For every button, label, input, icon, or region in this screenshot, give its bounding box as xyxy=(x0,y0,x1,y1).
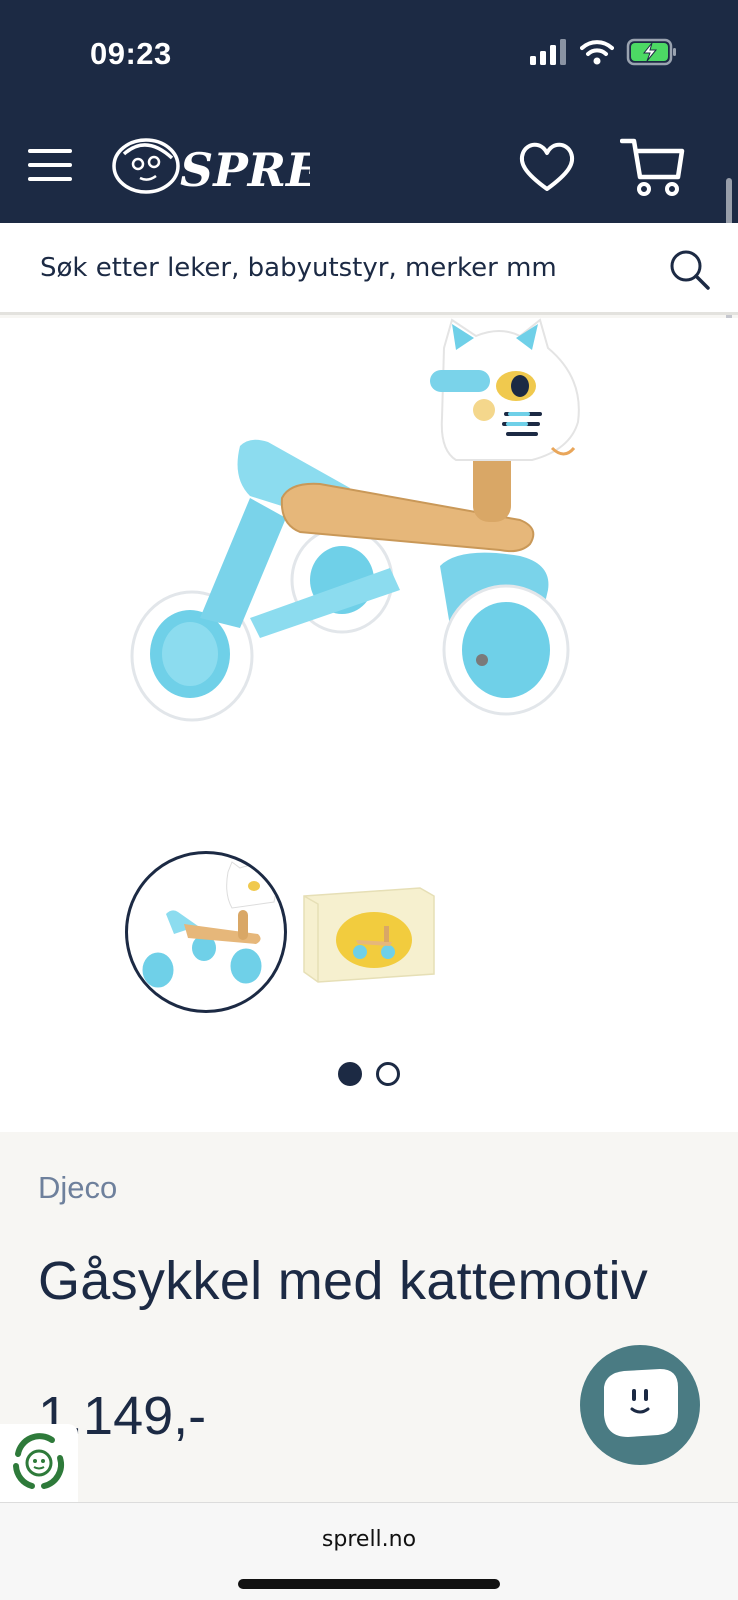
recycle-icon xyxy=(13,1433,64,1489)
search-input[interactable] xyxy=(40,243,640,293)
product-gallery xyxy=(0,318,738,1132)
wifi-icon xyxy=(580,40,614,65)
menu-icon xyxy=(28,149,72,153)
search-bar xyxy=(0,223,738,315)
chat-face-icon xyxy=(604,1369,678,1437)
search-button[interactable] xyxy=(668,248,712,292)
logo-wordmark: SPRELL xyxy=(180,143,310,197)
browser-url[interactable]: sprell.no xyxy=(0,1527,738,1552)
menu-icon-line xyxy=(28,177,72,181)
pagination-dot-1[interactable] xyxy=(338,1062,362,1086)
status-time: 09:23 xyxy=(90,36,172,71)
thumbnail-box-image xyxy=(303,887,435,983)
thumbnail-tricycle-image xyxy=(137,861,276,993)
signal-icon xyxy=(530,39,566,65)
product-thumbnail-1[interactable] xyxy=(125,851,287,1013)
gallery-pagination xyxy=(338,1062,400,1086)
product-brand[interactable]: Djeco xyxy=(38,1170,117,1206)
pagination-dot-2[interactable] xyxy=(376,1062,400,1086)
menu-icon-line xyxy=(28,163,72,167)
tricycle-cat-illustration xyxy=(130,318,580,722)
sprell-logo[interactable]: SPRELL xyxy=(110,128,386,204)
cart-button[interactable] xyxy=(619,135,686,199)
product-thumbnail-2[interactable] xyxy=(300,860,440,1000)
battery-charging-icon xyxy=(626,38,676,66)
browser-address-bar: sprell.no xyxy=(0,1502,738,1600)
menu-button[interactable] xyxy=(28,145,74,185)
status-icons xyxy=(530,38,678,66)
chat-button[interactable] xyxy=(580,1345,700,1465)
product-title: Gåsykkel med kattemotiv xyxy=(38,1251,649,1311)
product-image-main[interactable] xyxy=(100,318,640,778)
search-icon xyxy=(670,250,710,290)
home-indicator[interactable] xyxy=(238,1579,500,1589)
logo-graphic: SPRELL xyxy=(112,138,386,197)
site-header: 09:23 SPRELL xyxy=(0,0,738,223)
sustainability-badge[interactable] xyxy=(0,1424,78,1502)
heart-icon xyxy=(519,142,575,191)
cart-icon xyxy=(619,138,685,196)
wishlist-button[interactable] xyxy=(517,137,577,197)
